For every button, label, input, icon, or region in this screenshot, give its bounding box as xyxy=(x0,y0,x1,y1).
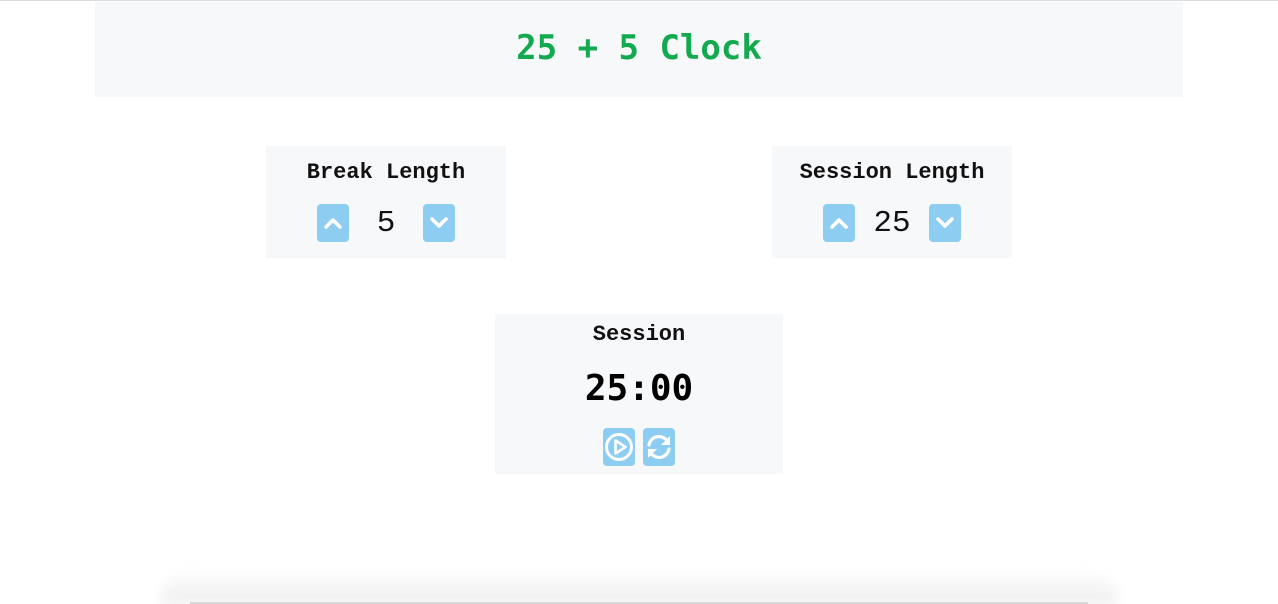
session-length-panel: Session Length 25 xyxy=(772,146,1012,258)
start-stop-button[interactable] xyxy=(603,428,635,466)
break-length-panel: Break Length 5 xyxy=(266,146,506,258)
reset-button[interactable] xyxy=(643,428,675,466)
break-length-value: 5 xyxy=(376,205,396,241)
timer-panel: Session 25:00 xyxy=(495,314,783,474)
break-label: Break Length xyxy=(306,160,466,185)
break-decrement-button[interactable] xyxy=(423,204,455,242)
chevron-up-icon xyxy=(830,218,848,229)
chevron-down-icon xyxy=(936,217,954,228)
time-left: 25:00 xyxy=(584,368,694,409)
chevron-down-icon xyxy=(430,217,448,228)
refresh-icon xyxy=(647,434,671,460)
break-controls: 5 xyxy=(266,204,506,242)
session-decrement-button[interactable] xyxy=(929,204,961,242)
session-increment-button[interactable] xyxy=(823,204,855,242)
chevron-up-icon xyxy=(324,218,342,229)
bottom-shadow xyxy=(160,570,1118,604)
session-length-value: 25 xyxy=(873,205,911,241)
play-circle-icon xyxy=(605,433,633,461)
session-controls: 25 xyxy=(772,204,1012,242)
timer-controls xyxy=(495,428,783,466)
session-label: Session Length xyxy=(799,160,985,185)
app-title: 25 + 5 Clock xyxy=(516,27,762,68)
break-increment-button[interactable] xyxy=(317,204,349,242)
top-divider xyxy=(0,0,1278,1)
app-header: 25 + 5 Clock xyxy=(95,2,1183,97)
timer-label: Session xyxy=(592,322,686,347)
